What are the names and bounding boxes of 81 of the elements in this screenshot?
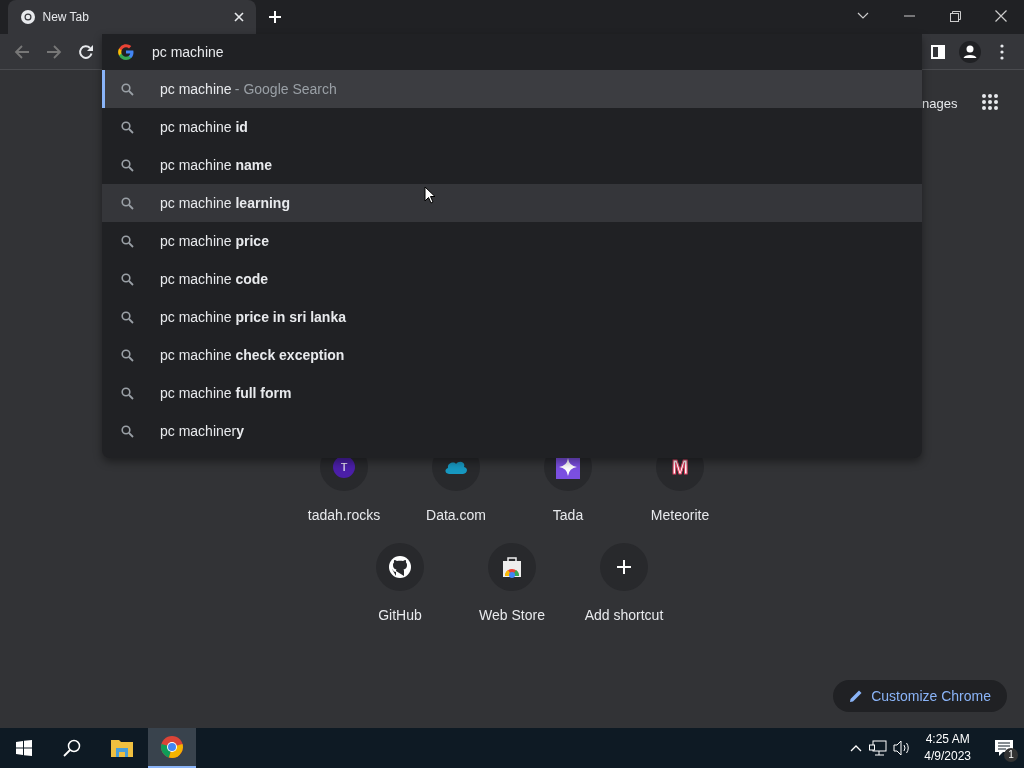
suggestion-text: pc machine name <box>160 155 273 175</box>
suggestion-description: - Google Search <box>234 79 337 99</box>
suggestion-text: pc machine price in sri lanka <box>160 307 346 327</box>
mouse-cursor-icon <box>424 186 436 204</box>
shortcut-label: Web Store <box>479 606 545 625</box>
cloud-icon <box>444 459 468 475</box>
shortcut-label: tadah.rocks <box>307 506 381 525</box>
reload-icon <box>78 43 94 60</box>
shortcut-label: Tada <box>552 506 584 525</box>
google-icon <box>118 44 134 60</box>
suggestion-text: pc machine check exception <box>160 345 345 365</box>
search-icon <box>121 272 134 286</box>
close-tab-button[interactable] <box>234 12 244 22</box>
suggestion-item[interactable]: pc machine learning <box>102 184 922 222</box>
search-icon <box>121 348 134 362</box>
windows-icon <box>16 740 32 756</box>
search-icon <box>63 739 81 757</box>
suggestion-text: pc machine full form <box>160 383 292 403</box>
minimize-icon <box>903 15 915 17</box>
restore-icon <box>949 10 961 22</box>
chevron-down-icon <box>857 12 869 20</box>
shortcut-label: Add shortcut <box>584 606 664 625</box>
customize-chrome-button[interactable]: Customize Chrome <box>833 680 1007 712</box>
favicon: T <box>333 456 355 478</box>
favicon: M <box>670 456 690 478</box>
suggestion-item[interactable]: pc machine id <box>102 108 922 146</box>
suggestion-text: pc machine learning <box>160 193 290 213</box>
tab[interactable]: New Tab <box>8 0 256 34</box>
github-icon <box>388 555 412 579</box>
network-icon[interactable] <box>868 740 887 756</box>
search-icon <box>121 196 134 210</box>
search-icon <box>121 424 134 438</box>
suggestion-item[interactable]: pc machine price <box>102 222 922 260</box>
suggestion-item[interactable]: pc machine check exception <box>102 336 922 374</box>
chrome-icon <box>160 735 184 759</box>
notifications-button[interactable]: 1 <box>984 728 1024 768</box>
side-panel-icon <box>931 44 945 59</box>
volume-icon[interactable] <box>893 740 912 756</box>
suggestion-item[interactable]: pc machine price in sri lanka <box>102 298 922 336</box>
search-icon <box>121 158 134 172</box>
tab-title: New Tab <box>42 9 90 26</box>
shortcut-button[interactable] <box>376 543 424 591</box>
suggestion-item[interactable]: pc machine code <box>102 260 922 298</box>
suggestion-item[interactable]: pc machine name <box>102 146 922 184</box>
apps-grid-icon <box>982 94 998 110</box>
plus-icon <box>267 10 282 24</box>
clock[interactable]: 4:25 AM 4/9/2023 <box>924 730 971 766</box>
address-bar[interactable]: pc machine <box>102 34 922 70</box>
notification-count: 1 <box>1004 748 1018 762</box>
suggestion-text: pc machine id <box>160 117 248 137</box>
store-icon <box>500 555 524 579</box>
close-icon <box>234 12 244 22</box>
shortcut-label: Data.com <box>426 506 486 525</box>
close-icon <box>995 10 1007 22</box>
chevron-up-icon[interactable] <box>850 744 863 752</box>
search-icon <box>121 386 134 400</box>
suggestion-text: pc machine code <box>160 269 269 289</box>
search-icon <box>121 120 134 134</box>
search-icon <box>121 310 134 324</box>
address-text: pc machine <box>152 42 224 62</box>
suggestion-item[interactable]: pc machine full form <box>102 374 922 412</box>
images-link[interactable]: nages <box>922 94 958 114</box>
shortcut-button[interactable] <box>600 543 648 591</box>
suggestion-text: pc machine price <box>160 231 269 251</box>
pencil-icon <box>849 689 864 703</box>
menu-icon <box>1000 43 1004 60</box>
back-arrow-icon <box>14 43 30 60</box>
suggestion-item[interactable]: pc machine - Google Search <box>102 70 922 108</box>
forward-arrow-icon <box>46 43 62 60</box>
chrome-icon <box>20 9 36 25</box>
search-icon <box>121 234 134 248</box>
suggestion-text: pc machinery <box>160 421 245 441</box>
shortcut-label: GitHub <box>378 606 422 625</box>
taskbar-app[interactable] <box>148 728 196 768</box>
shortcut-label: Meteorite <box>650 506 710 525</box>
suggestion-text: pc machine <box>160 79 232 99</box>
plus-icon <box>617 560 631 574</box>
search-icon <box>121 82 134 96</box>
profile-icon <box>959 40 981 63</box>
shortcut-button[interactable] <box>488 543 536 591</box>
folder-icon <box>111 738 133 758</box>
